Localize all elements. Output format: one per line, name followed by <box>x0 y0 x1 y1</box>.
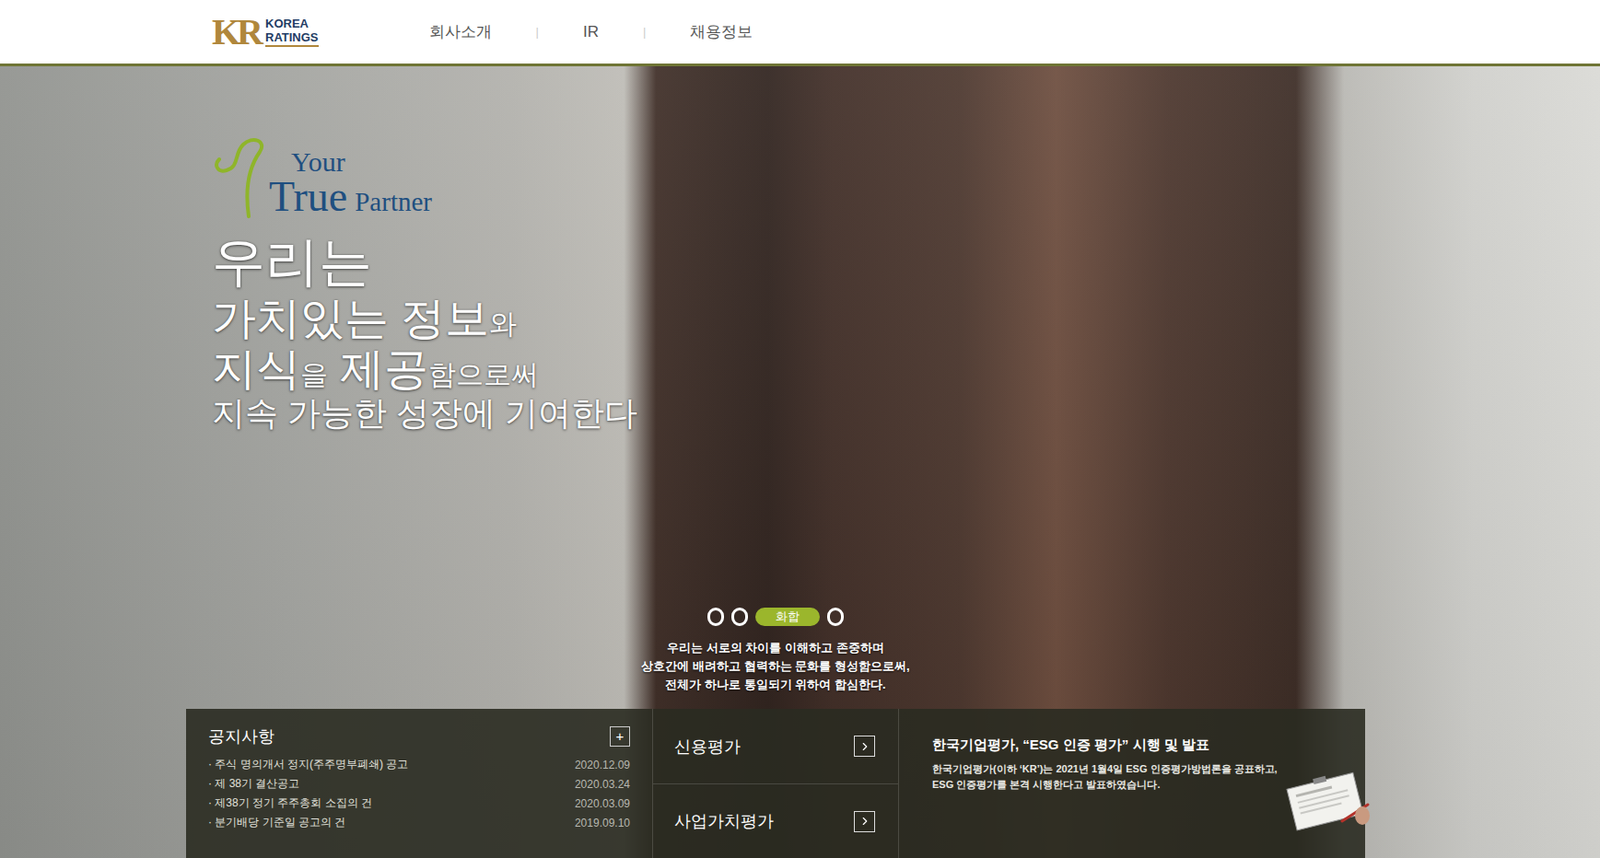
notice-item-title: · 주식 명의개서 정지(주주명부폐쇄) 공고 <box>208 757 409 773</box>
headline-segment: 와 <box>489 308 517 339</box>
notice-item-date: 2019.09.10 <box>574 817 631 830</box>
news-body: 한국기업평가(이하 ‘KR’)는 2021년 1월4일 ESG 인증평가방법론을… <box>932 761 1278 794</box>
document-pen-icon <box>1277 768 1370 833</box>
nav-item[interactable]: IR <box>583 23 599 42</box>
logo-mark: KR <box>211 13 260 51</box>
headline-segment: 지식 <box>211 344 301 394</box>
headline-line: 우리는 <box>211 231 1600 293</box>
headline-line: 가치있는 정보와 <box>211 292 1600 344</box>
tagline-true: True <box>268 175 348 219</box>
headline-segment: 을 <box>300 359 328 390</box>
news-card[interactable]: 한국기업평가, “ESG 인증 평가” 시행 및 발표한국기업평가(이하 ‘KR… <box>899 709 1370 858</box>
logo[interactable]: KRKOREARATINGS <box>211 13 319 51</box>
news-body-line: ESG 인증평가를 본격 시행한다고 발표하였습니다. <box>932 777 1278 794</box>
news-body-line: 한국기업평가(이하 ‘KR’)는 2021년 1월4일 ESG 인증평가방법론을… <box>932 761 1278 778</box>
caption-line: 전체가 하나로 통일되기 위하여 합심한다. <box>665 676 886 695</box>
headline-segment: 제공 <box>327 344 429 394</box>
logo-name: KOREARATINGS <box>265 16 319 47</box>
headline-segment: 함으로써 <box>428 359 539 390</box>
nav-separator: | <box>536 24 539 39</box>
service-links: 신용평가사업가치평가 <box>653 709 900 858</box>
logo-line: RATINGS <box>265 30 319 45</box>
ribbon-icon <box>211 135 268 219</box>
notice-item[interactable]: · 제 38기 결산공고 2020.03.24 <box>208 774 631 795</box>
logo-line: KOREA <box>265 16 319 31</box>
notice-item-date: 2020.03.24 <box>574 778 631 792</box>
headline-segment: 지속 가능한 성장에 기여한다 <box>211 394 638 433</box>
notice-item[interactable]: · 제38기 정기 주주총회 소집의 건 2020.03.09 <box>208 794 631 814</box>
notice-item-title: · 분기배당 기준일 공고의 건 <box>208 815 346 831</box>
news-title: 한국기업평가, “ESG 인증 평가” 시행 및 발표 <box>932 736 1278 755</box>
header: KRKOREARATINGS회사소개|IR|채용정보 <box>0 0 1600 67</box>
notice-item[interactable]: · 분기배당 기준일 공고의 건 2019.09.10 <box>208 813 631 833</box>
main-nav: 회사소개 | IR | 채용정보 <box>429 21 754 43</box>
notice-more-button[interactable]: + <box>609 726 631 748</box>
notice-title: 공지사항 <box>208 725 275 748</box>
news-text: 한국기업평가, “ESG 인증 평가” 시행 및 발표한국기업평가(이하 ‘KR… <box>932 736 1278 858</box>
service-link[interactable]: 신용평가 <box>653 709 899 784</box>
tagline: YourTruePartner <box>211 135 1600 219</box>
slider-caption: 우리는 서로의 차이를 이해하고 존중하며상호간에 배려하고 협력하는 문화를 … <box>641 639 910 695</box>
service-label: 신용평가 <box>674 735 741 759</box>
bottom-panel: 공지사항+· 주식 명의개서 정지(주주명부폐쇄) 공고2020.12.09· … <box>186 709 1366 858</box>
slider-dots: 화합 <box>707 607 844 627</box>
chevron-right-icon <box>853 735 876 758</box>
nav-separator: | <box>642 24 646 39</box>
nav-item[interactable]: 회사소개 <box>429 21 492 43</box>
notice-item-title: · 제 38기 결산공고 <box>208 776 300 793</box>
caption-line: 상호간에 배려하고 협력하는 문화를 형성함으로써, <box>641 657 910 677</box>
slider-dot[interactable] <box>707 607 725 627</box>
notice-item[interactable]: · 주식 명의개서 정지(주주명부폐쇄) 공고 2020.12.09 <box>208 755 631 775</box>
tagline-words: YourTruePartner <box>268 148 433 219</box>
slider-dot[interactable] <box>731 607 748 627</box>
tagline-partner: Partner <box>354 188 433 216</box>
notice-item-title: · 제38기 정기 주주총회 소집의 건 <box>208 795 373 812</box>
notice-item-date: 2020.12.09 <box>574 759 631 772</box>
notice-header: 공지사항 + <box>208 725 631 748</box>
notice-board: 공지사항+· 주식 명의개서 정지(주주명부폐쇄) 공고2020.12.09· … <box>186 709 654 858</box>
tagline-row: TruePartner <box>268 175 433 219</box>
slider: 화합우리는 서로의 차이를 이해하고 존중하며상호간에 배려하고 협력하는 문화… <box>591 607 960 695</box>
headline: 우리는가치있는 정보와지식을 제공함으로써지속 가능한 성장에 기여한다 <box>211 231 1600 433</box>
tagline-your: Your <box>268 148 433 176</box>
headline-line: 지식을 제공함으로써 <box>211 343 1600 395</box>
headline-segment: 우리는 <box>211 231 373 292</box>
notice-item-date: 2020.03.09 <box>574 797 631 811</box>
caption-line: 우리는 서로의 차이를 이해하고 존중하며 <box>666 639 884 658</box>
slider-dot[interactable] <box>827 607 844 627</box>
slider-dot[interactable]: 화합 <box>755 607 820 627</box>
service-link[interactable]: 사업가치평가 <box>653 783 899 858</box>
page: KRKOREARATINGS회사소개|IR|채용정보YourTruePartne… <box>0 0 1600 858</box>
hero-text: YourTruePartner우리는가치있는 정보와지식을 제공함으로써지속 가… <box>0 66 1600 433</box>
hero: YourTruePartner우리는가치있는 정보와지식을 제공함으로써지속 가… <box>0 66 1600 858</box>
headline-segment: 가치있는 정보 <box>211 293 490 343</box>
chevron-right-icon <box>853 811 876 833</box>
nav-item[interactable]: 채용정보 <box>689 21 753 43</box>
headline-line: 지속 가능한 성장에 기여한다 <box>211 394 1600 433</box>
service-label: 사업가치평가 <box>674 810 774 833</box>
